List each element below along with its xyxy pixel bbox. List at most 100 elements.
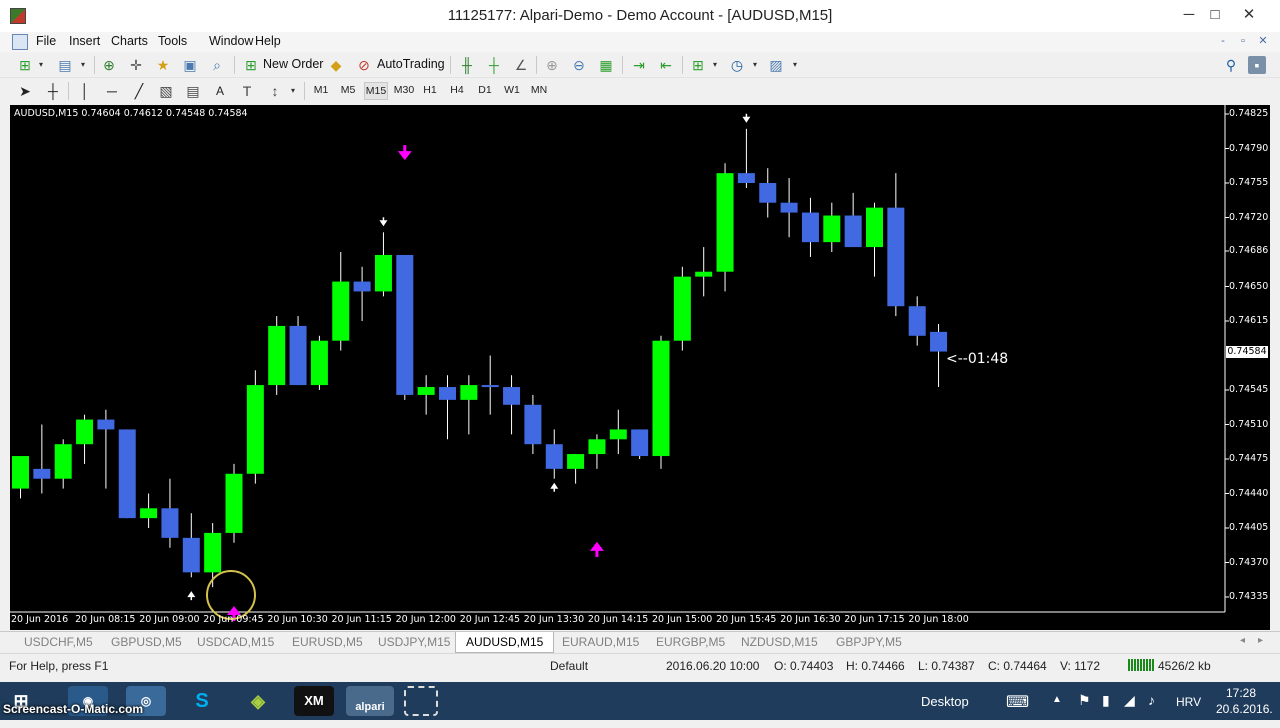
menu-insert[interactable]: Charts xyxy=(111,34,148,48)
timeframe-mn[interactable]: MN xyxy=(528,84,550,96)
price-chart[interactable] xyxy=(10,105,1270,630)
templates-icon[interactable]: ▨ xyxy=(767,56,785,74)
tray-expand-icon[interactable]: ▲ xyxy=(1052,694,1062,705)
tab-audusd-m15[interactable]: AUDUSD,M15 xyxy=(455,632,555,653)
tab-euraud-m15[interactable]: EURAUD,M15 xyxy=(562,635,639,649)
arrows-tool-icon[interactable]: ↕ xyxy=(266,82,284,100)
timeframe-m15[interactable]: M15 xyxy=(364,82,388,100)
chevron-down-icon[interactable]: ▾ xyxy=(32,56,50,74)
clock-date[interactable]: 20.6.2016. xyxy=(1216,702,1273,716)
gadget-icon[interactable]: ◈ xyxy=(238,686,278,716)
status-traffic: 4526/2 kb xyxy=(1158,659,1211,673)
candle-countdown: <--01:48 xyxy=(946,351,1009,367)
tab-eurusd-m5[interactable]: EURUSD,M5 xyxy=(292,635,363,649)
chevron-down-icon[interactable]: ▾ xyxy=(74,56,92,74)
alpari-app-icon[interactable]: alpari xyxy=(346,686,394,716)
timeframe-w1[interactable]: W1 xyxy=(501,84,523,96)
close-button[interactable]: ✕ xyxy=(1234,2,1264,28)
horizontal-line-icon[interactable]: ─ xyxy=(103,82,121,100)
line-chart-icon[interactable]: ∠ xyxy=(512,56,530,74)
timeframe-m5[interactable]: M5 xyxy=(337,84,359,96)
xm-app-icon[interactable]: XM xyxy=(294,686,334,716)
chevron-down-icon[interactable]: ▾ xyxy=(706,56,724,74)
timeframe-h1[interactable]: H1 xyxy=(419,84,441,96)
timeframe-m30[interactable]: M30 xyxy=(392,84,416,96)
fibonacci-icon[interactable]: ▤ xyxy=(184,82,202,100)
network-icon[interactable]: ▮ xyxy=(1102,692,1110,709)
status-help-text: For Help, press F1 xyxy=(9,659,109,673)
zoom-out-icon[interactable]: ⊖ xyxy=(570,56,588,74)
mdi-close-button[interactable]: ✕ xyxy=(1254,33,1272,50)
desktop-toolbar-label[interactable]: Desktop xyxy=(921,694,969,709)
autotrading-button[interactable]: AutoTrading xyxy=(377,57,445,71)
signal-icon[interactable]: ◢ xyxy=(1124,692,1135,709)
bearish-candle xyxy=(844,215,862,248)
tab-nzdusd-m15[interactable]: NZDUSD,M15 xyxy=(741,635,818,649)
mdi-minimize-button[interactable]: - xyxy=(1214,33,1232,50)
menu-window[interactable]: Help xyxy=(255,34,281,48)
channel-icon[interactable]: ▧ xyxy=(157,82,175,100)
menu-file[interactable]: File xyxy=(36,34,56,48)
tester-icon[interactable]: ⌕ xyxy=(208,56,226,74)
menu-view[interactable]: Insert xyxy=(69,34,100,48)
chevron-down-icon[interactable]: ▾ xyxy=(786,56,804,74)
tab-gbpjpy-m5[interactable]: GBPJPY,M5 xyxy=(836,635,902,649)
tab-usdchf-m5[interactable]: USDCHF,M5 xyxy=(24,635,93,649)
timeframe-d1[interactable]: D1 xyxy=(474,84,496,96)
volume-icon[interactable]: ♪ xyxy=(1148,692,1155,708)
metaeditor-icon[interactable]: ◆ xyxy=(327,56,345,74)
indicators-icon[interactable]: ⊞ xyxy=(689,56,707,74)
bullish-candle xyxy=(225,473,243,533)
language-indicator[interactable]: HRV xyxy=(1176,695,1201,709)
time-tick-label: 20 Jun 08:15 xyxy=(75,614,136,625)
status-profile: Default xyxy=(550,659,589,673)
skype-icon[interactable]: S xyxy=(182,686,222,716)
crosshair-tool-icon[interactable]: ┼ xyxy=(44,82,62,100)
cursor-icon[interactable]: ➤ xyxy=(16,82,34,100)
tabs-scroll-left-icon[interactable]: ◂ xyxy=(1240,635,1245,646)
candlestick-icon[interactable]: ┼ xyxy=(485,56,503,74)
menu-tools[interactable]: Window xyxy=(209,34,253,48)
bullish-candle xyxy=(417,387,435,395)
terminal-icon[interactable]: ▣ xyxy=(181,56,199,74)
timeframe-m1[interactable]: M1 xyxy=(310,84,332,96)
trendline-icon[interactable]: ╱ xyxy=(130,82,148,100)
document-icon[interactable] xyxy=(12,34,28,50)
screen-capture-icon[interactable] xyxy=(404,686,438,716)
mdi-restore-button[interactable]: ▫ xyxy=(1234,33,1252,50)
chevron-down-icon[interactable]: ▾ xyxy=(746,56,764,74)
search-icon[interactable]: ⚲ xyxy=(1222,56,1240,74)
text-label-icon[interactable]: T xyxy=(238,82,256,100)
tabs-scroll-right-icon[interactable]: ▸ xyxy=(1258,635,1263,646)
tab-gbpusd-m5[interactable]: GBPUSD,M5 xyxy=(111,635,182,649)
tab-usdcad-m15[interactable]: USDCAD,M15 xyxy=(197,635,274,649)
tab-usdjpy-m15[interactable]: USDJPY,M15 xyxy=(378,635,450,649)
zoom-in-icon[interactable]: ⊕ xyxy=(543,56,561,74)
timeframe-h4[interactable]: H4 xyxy=(446,84,468,96)
auto-scroll-icon[interactable]: ⇥ xyxy=(630,56,648,74)
chart-shift-icon[interactable]: ⇤ xyxy=(657,56,675,74)
menu-charts[interactable]: Tools xyxy=(158,34,187,48)
bearish-candle xyxy=(353,281,371,292)
new-order-icon[interactable]: ⊞ xyxy=(242,56,260,74)
clock-time[interactable]: 17:28 xyxy=(1226,686,1256,700)
bearish-candle xyxy=(97,419,115,430)
chat-icon[interactable]: ▪ xyxy=(1248,56,1266,74)
autotrading-icon[interactable]: ⊘ xyxy=(355,56,373,74)
time-tick-label: 20 Jun 15:00 xyxy=(652,614,713,625)
chevron-down-icon[interactable]: ▾ xyxy=(284,82,302,100)
keyboard-icon[interactable]: ⌨ xyxy=(1006,692,1029,712)
action-center-icon[interactable]: ⚑ xyxy=(1078,692,1091,709)
periods-clock-icon[interactable]: ◷ xyxy=(728,56,746,74)
market-watch-icon[interactable]: ⊕ xyxy=(100,56,118,74)
maximize-button[interactable]: □ xyxy=(1200,2,1230,28)
tab-eurgbp-m5[interactable]: EURGBP,M5 xyxy=(656,635,725,649)
navigator-icon[interactable]: ★ xyxy=(154,56,172,74)
new-order-button[interactable]: New Order xyxy=(263,57,323,71)
text-tool-icon[interactable]: A xyxy=(211,82,229,100)
crosshair-icon[interactable]: ✛ xyxy=(127,56,145,74)
tile-windows-icon[interactable]: ▦ xyxy=(597,56,615,74)
vertical-line-icon[interactable]: │ xyxy=(76,82,94,100)
bar-chart-icon[interactable]: ╫ xyxy=(458,56,476,74)
profiles-icon[interactable]: ▤ xyxy=(56,56,74,74)
